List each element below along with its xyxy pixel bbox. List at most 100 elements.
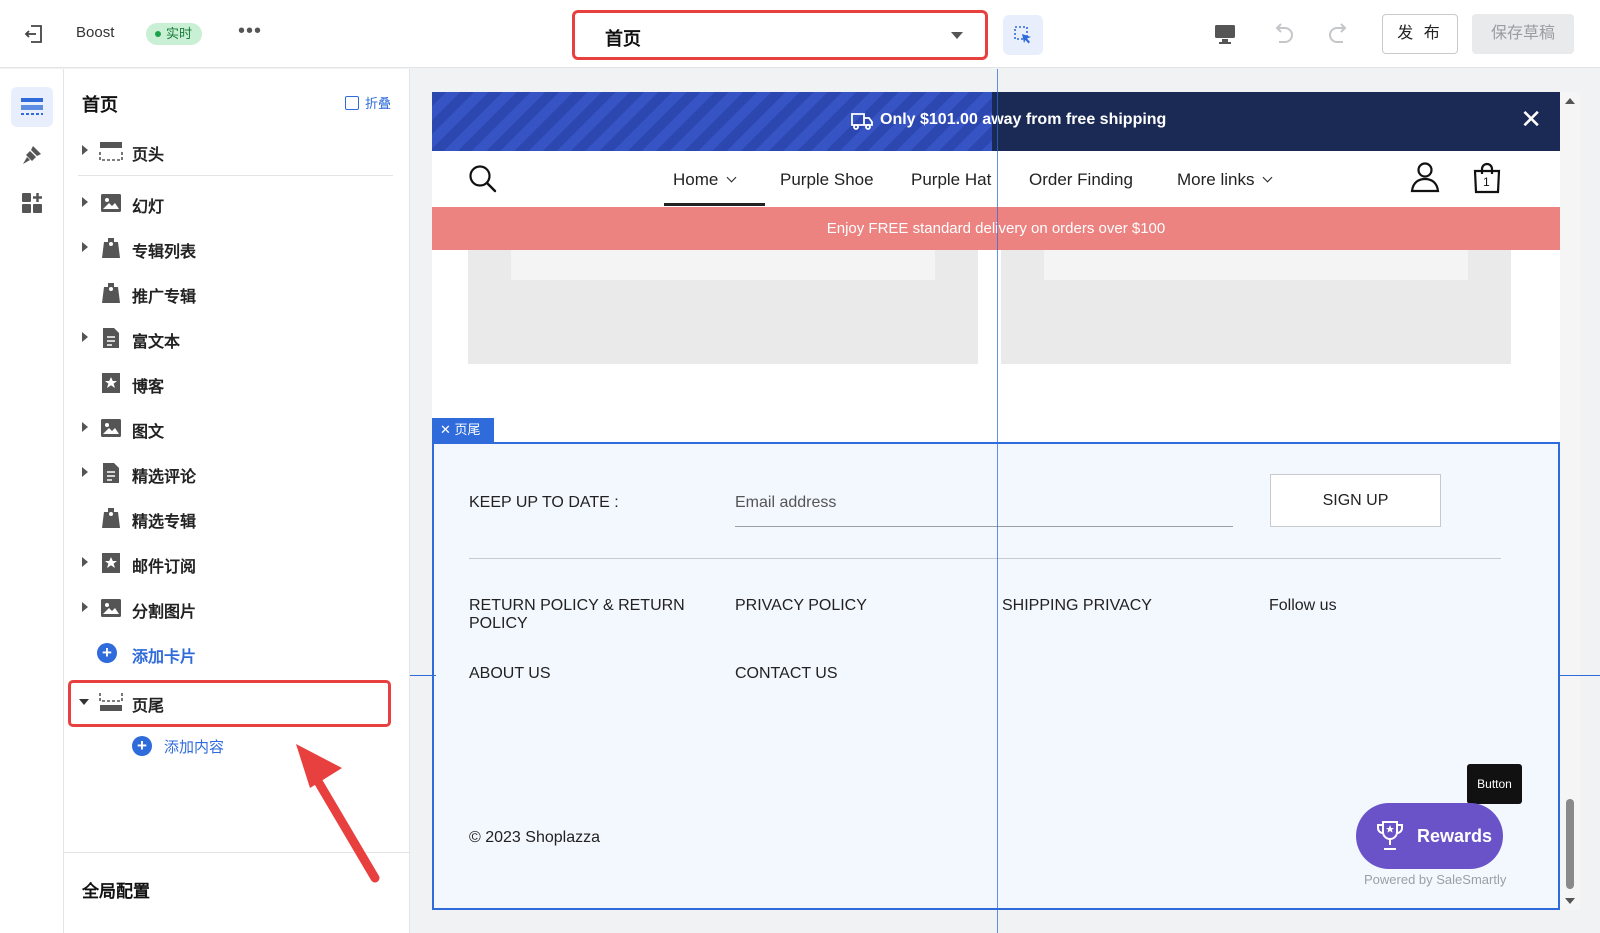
left-icon-rail <box>0 69 64 933</box>
tree-item-newsletter[interactable]: 邮件订阅 <box>64 543 410 583</box>
apps-grid-icon <box>22 193 42 213</box>
caret-down-icon <box>951 32 963 39</box>
expand-arrow-icon[interactable] <box>82 332 88 342</box>
nav-link-order-finding[interactable]: Order Finding <box>1029 170 1133 190</box>
expand-arrow-icon[interactable] <box>82 422 88 432</box>
tree-item-collection-list[interactable]: 专辑列表 <box>64 228 410 268</box>
document-icon <box>103 463 119 483</box>
tree-item-label: 博客 <box>132 379 165 396</box>
trophy-icon <box>1377 821 1403 850</box>
tree-item-label: 精选评论 <box>132 469 197 486</box>
nav-link-home[interactable]: Home <box>673 170 737 190</box>
desktop-view-icon[interactable] <box>1213 22 1237 46</box>
sign-up-button[interactable]: SIGN UP <box>1270 474 1441 527</box>
tag-icon <box>102 508 120 528</box>
exit-icon[interactable] <box>22 22 46 46</box>
tree-item-label: 页头 <box>132 147 165 164</box>
tree-item-label: 幻灯 <box>132 199 165 216</box>
nav-link-purple-shoe[interactable]: Purple Shoe <box>780 170 874 190</box>
collapse-arrow-icon[interactable] <box>79 699 89 705</box>
rewards-button[interactable]: Rewards <box>1356 803 1503 869</box>
store-navbar: Home Purple Shoe Purple Hat Order Findin… <box>432 151 1560 207</box>
tree-item-header[interactable]: 页头 <box>64 131 410 171</box>
plus-circle-icon: + <box>132 736 152 756</box>
expand-arrow-icon[interactable] <box>82 242 88 252</box>
tree-item-featured-promo[interactable]: 推广专辑 <box>64 273 410 313</box>
image-placeholder[interactable] <box>1001 250 1511 364</box>
nav-link-label: More links <box>1177 170 1255 189</box>
tree-item-image-text[interactable]: 图文 <box>64 408 410 448</box>
scrollbar-thumb[interactable] <box>1566 799 1574 889</box>
tree-divider <box>78 175 393 176</box>
expand-arrow-icon[interactable] <box>82 197 88 207</box>
publish-button[interactable]: 发 布 <box>1382 14 1458 54</box>
search-icon[interactable] <box>468 164 498 194</box>
powered-by-text: Powered by SaleSmartly <box>1364 872 1507 887</box>
placeholder-inner <box>1044 250 1468 280</box>
collapse-button[interactable]: 折叠 <box>344 93 391 112</box>
tree-item-footer[interactable]: 页尾 <box>64 682 410 722</box>
undo-icon[interactable] <box>1270 21 1296 47</box>
tree-item-label: 图文 <box>132 424 165 441</box>
scroll-up-icon[interactable] <box>1565 98 1575 104</box>
header-layout-icon <box>99 142 123 161</box>
announcement-bar[interactable]: Only $101.00 away from free shipping ✕ <box>432 92 1560 151</box>
rail-sections-button[interactable] <box>11 87 53 127</box>
page-selector-dropdown[interactable]: 首页 <box>572 10 988 60</box>
redo-icon[interactable] <box>1326 21 1352 47</box>
scroll-down-icon[interactable] <box>1565 898 1575 904</box>
page-selector-value: 首页 <box>605 29 641 49</box>
footer-link-return-policy[interactable]: RETURN POLICY & RETURN POLICY <box>469 597 685 633</box>
add-card-button[interactable]: + 添加卡片 <box>64 633 410 673</box>
expand-arrow-icon[interactable] <box>82 557 88 567</box>
tree-item-label: 专辑列表 <box>132 244 197 261</box>
tree-item-label: 分割图片 <box>132 604 197 621</box>
button-tooltip: Button <box>1467 764 1522 804</box>
footer-follow-us: Follow us <box>1269 597 1337 614</box>
close-icon[interactable]: ✕ <box>440 422 451 437</box>
horizontal-guide-line <box>1560 675 1600 676</box>
rail-apps-button[interactable] <box>11 183 53 223</box>
tree-item-label: 富文本 <box>132 334 181 351</box>
announcement-text: Only $101.00 away from free shipping <box>880 111 1167 128</box>
footer-divider <box>469 558 1501 559</box>
nav-link-more-links[interactable]: More links <box>1177 170 1273 190</box>
account-icon[interactable] <box>1409 161 1441 193</box>
active-nav-underline <box>664 203 765 206</box>
tree-item-rich-text[interactable]: 富文本 <box>64 318 410 358</box>
tree-item-featured-reviews[interactable]: 精选评论 <box>64 453 410 493</box>
more-options-button[interactable]: ••• <box>238 20 262 43</box>
inspect-element-button[interactable] <box>1003 15 1043 55</box>
nav-link-purple-hat[interactable]: Purple Hat <box>911 170 991 190</box>
footer-link-label: RETURN POLICY & RETURN <box>469 597 685 614</box>
star-icon <box>102 553 120 573</box>
tree-item-slideshow[interactable]: 幻灯 <box>64 183 410 223</box>
horizontal-guide-line <box>410 675 436 676</box>
cart-button[interactable]: 1 <box>1472 162 1502 199</box>
save-draft-button[interactable]: 保存草稿 <box>1472 14 1574 54</box>
footer-link-shipping-privacy[interactable]: SHIPPING PRIVACY <box>1002 597 1152 615</box>
annotation-arrow-icon <box>296 744 380 883</box>
delivery-truck-icon <box>851 113 873 130</box>
selected-section-tag[interactable]: ✕ 页尾 <box>432 418 494 442</box>
footer-link-privacy-policy[interactable]: PRIVACY POLICY <box>735 597 867 615</box>
tree-item-split-image[interactable]: 分割图片 <box>64 588 410 628</box>
preview-scrollbar[interactable] <box>1560 92 1580 910</box>
image-placeholder[interactable] <box>468 250 978 364</box>
rewards-label: Rewards <box>1417 826 1493 846</box>
tree-item-featured-collection[interactable]: 精选专辑 <box>64 498 410 538</box>
tree-item-label: 推广专辑 <box>132 289 197 306</box>
tree-item-label: 精选专辑 <box>132 514 197 531</box>
footer-link-about-us[interactable]: ABOUT US <box>469 665 551 683</box>
rail-theme-settings-button[interactable] <box>11 135 53 175</box>
email-input[interactable]: Email address <box>735 494 836 512</box>
expand-arrow-icon[interactable] <box>82 467 88 477</box>
close-icon[interactable]: ✕ <box>1520 106 1542 132</box>
store-preview: Only $101.00 away from free shipping ✕ H… <box>432 92 1560 910</box>
footer-link-contact-us[interactable]: CONTACT US <box>735 665 838 683</box>
top-toolbar: Boost 实时 ••• 首页 发 布 保存草稿 <box>0 0 1600 68</box>
tree-item-blog[interactable]: 博客 <box>64 363 410 403</box>
expand-arrow-icon[interactable] <box>82 145 88 155</box>
store-footer[interactable]: KEEP UP TO DATE : Email address SIGN UP … <box>432 442 1560 910</box>
expand-arrow-icon[interactable] <box>82 602 88 612</box>
